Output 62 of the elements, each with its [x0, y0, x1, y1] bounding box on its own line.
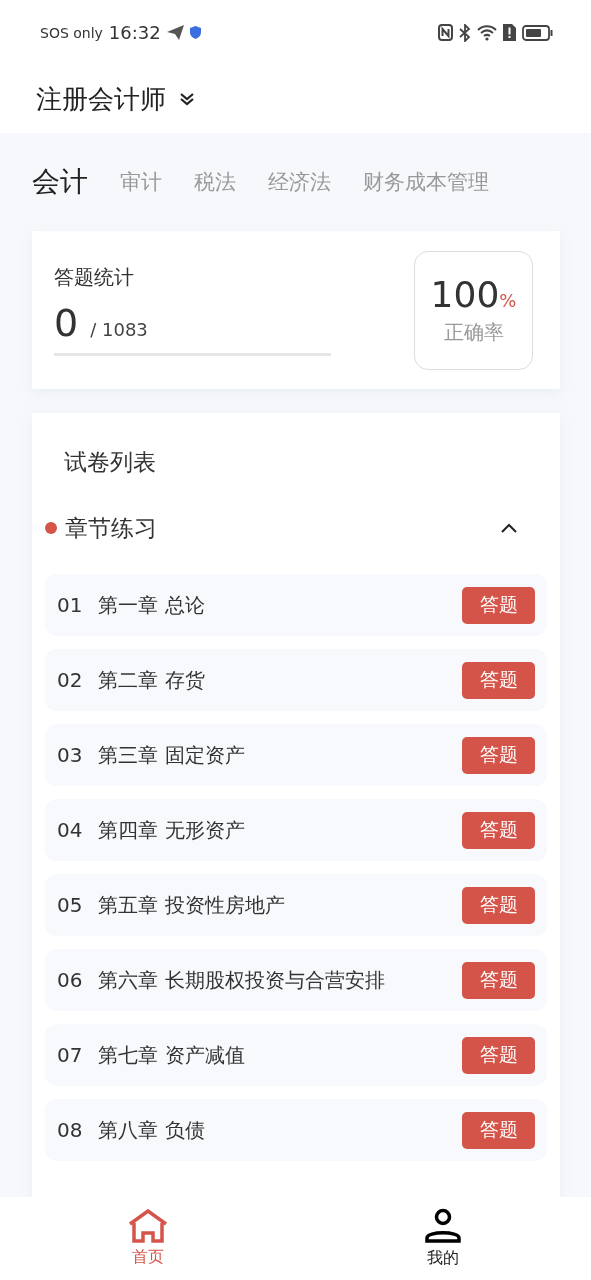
- person-icon: [425, 1208, 462, 1244]
- stats-title: 答题统计: [54, 264, 135, 291]
- answer-button[interactable]: 答题: [462, 661, 535, 699]
- subject-tab[interactable]: 审计: [120, 168, 162, 196]
- battery-icon: [522, 24, 553, 41]
- chapter-number: 04: [57, 818, 83, 842]
- chapter-name: 第三章 固定资产: [98, 741, 246, 769]
- answer-button[interactable]: 答题: [462, 736, 535, 774]
- answer-button[interactable]: 答题: [462, 886, 535, 924]
- chapter-number: 07: [57, 1043, 83, 1067]
- chapter-row[interactable]: 05 第五章 投资性房地产 答题: [45, 874, 547, 936]
- chapter-number: 05: [57, 893, 83, 917]
- chapter-name: 第八章 负债: [98, 1116, 206, 1144]
- answer-button[interactable]: 答题: [462, 1111, 535, 1149]
- carrier-text: SOS only: [40, 24, 103, 41]
- chapter-name: 第七章 资产减值: [98, 1041, 246, 1069]
- chapter-row[interactable]: 04 第四章 无形资产 答题: [45, 799, 547, 861]
- answer-button[interactable]: 答题: [462, 1036, 535, 1074]
- shield-icon: [189, 26, 201, 39]
- home-icon: [127, 1209, 168, 1243]
- answered-count: 0: [54, 301, 79, 345]
- chapter-row[interactable]: 07 第七章 资产减值 答题: [45, 1024, 547, 1086]
- section-dot: [45, 522, 57, 534]
- nav-tab[interactable]: 首页: [0, 1197, 296, 1280]
- nav-tab[interactable]: 我的: [295, 1197, 591, 1280]
- chevron-icon[interactable]: [501, 523, 517, 533]
- chapter-row[interactable]: 08 第八章 负债 答题: [45, 1099, 547, 1161]
- chapter-row[interactable]: 01 第一章 总论 答题: [45, 574, 547, 636]
- chapter-name: 第五章 投资性房地产: [98, 891, 286, 919]
- nfc-icon: [438, 24, 453, 41]
- chapter-name: 第一章 总论: [98, 591, 206, 619]
- chapter-number: 01: [57, 593, 83, 617]
- accuracy-label: 正确率: [443, 319, 504, 346]
- percent-sign: %: [499, 290, 517, 311]
- subject-tab[interactable]: 财务成本管理: [363, 168, 489, 196]
- page-title: 注册会计师: [36, 82, 166, 116]
- chapter-name: 第四章 无形资产: [98, 816, 246, 844]
- chapter-number: 02: [57, 668, 83, 692]
- chapter-row[interactable]: 02 第二章 存货 答题: [45, 649, 547, 711]
- bluetooth-icon: [459, 23, 471, 42]
- wifi-icon: [477, 24, 497, 41]
- answer-button[interactable]: 答题: [462, 811, 535, 849]
- subject-tab[interactable]: 经济法: [268, 168, 331, 196]
- list-title: 试卷列表: [63, 448, 157, 477]
- answer-button[interactable]: 答题: [462, 586, 535, 624]
- chapter-number: 06: [57, 968, 83, 992]
- chapter-name: 第二章 存货: [98, 666, 206, 694]
- double-chevron-down-icon[interactable]: [180, 92, 194, 106]
- subject-tab[interactable]: 税法: [194, 168, 236, 196]
- chapter-name: 第六章 长期股权投资与合营安排: [98, 966, 386, 994]
- chapter-row[interactable]: 03 第三章 固定资产 答题: [45, 724, 547, 786]
- chapter-row[interactable]: 06 第六章 长期股权投资与合营安排 答题: [45, 949, 547, 1011]
- clock: 16:32: [108, 22, 161, 43]
- answer-button[interactable]: 答题: [462, 961, 535, 999]
- send-icon: [166, 25, 184, 40]
- chapter-number: 08: [57, 1118, 83, 1142]
- chapter-number: 03: [57, 743, 83, 767]
- accuracy-value: 100: [430, 274, 500, 315]
- subject-tab[interactable]: 会计: [32, 163, 88, 201]
- total-count: / 1083: [90, 319, 148, 340]
- section-title: 章节练习: [65, 513, 158, 543]
- sim-alert-icon: [503, 24, 516, 41]
